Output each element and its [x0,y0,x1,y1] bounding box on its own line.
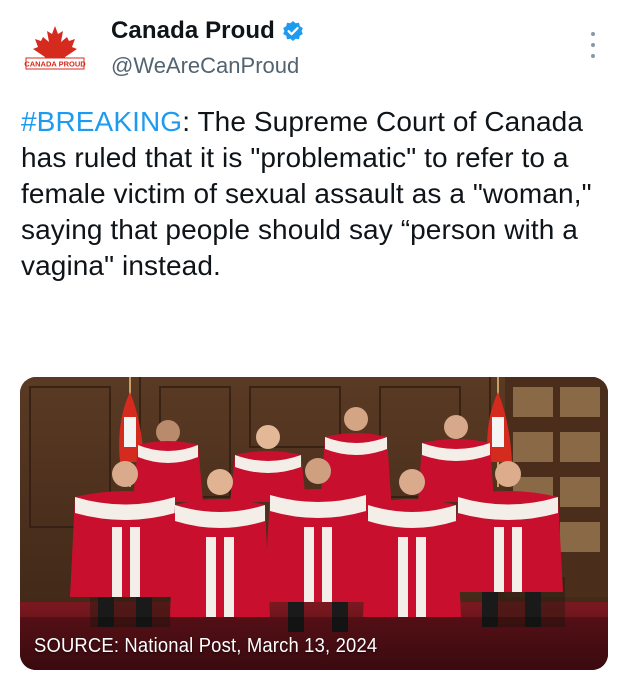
image-caption: SOURCE: National Post, March 13, 2024 [34,635,378,657]
hashtag-link[interactable]: #BREAKING [21,106,182,137]
tweet-text: #BREAKING: The Supreme Court of Canada h… [21,104,611,284]
tweet-header: CANADA PROUD Canada Proud @WeAreCanProud [0,0,627,100]
display-name[interactable]: Canada Proud [111,17,275,45]
tweet-image[interactable]: SOURCE: National Post, March 13, 2024 [20,377,608,670]
svg-text:CANADA PROUD: CANADA PROUD [24,60,86,69]
more-options-icon[interactable] [589,32,597,58]
avatar[interactable]: CANADA PROUD [24,20,86,82]
verified-badge-icon [282,20,304,42]
justices-photo [20,377,608,670]
account-handle[interactable]: @WeAreCanProud [111,53,299,79]
name-row: Canada Proud [111,17,304,45]
canada-proud-logo-icon: CANADA PROUD [24,26,86,70]
